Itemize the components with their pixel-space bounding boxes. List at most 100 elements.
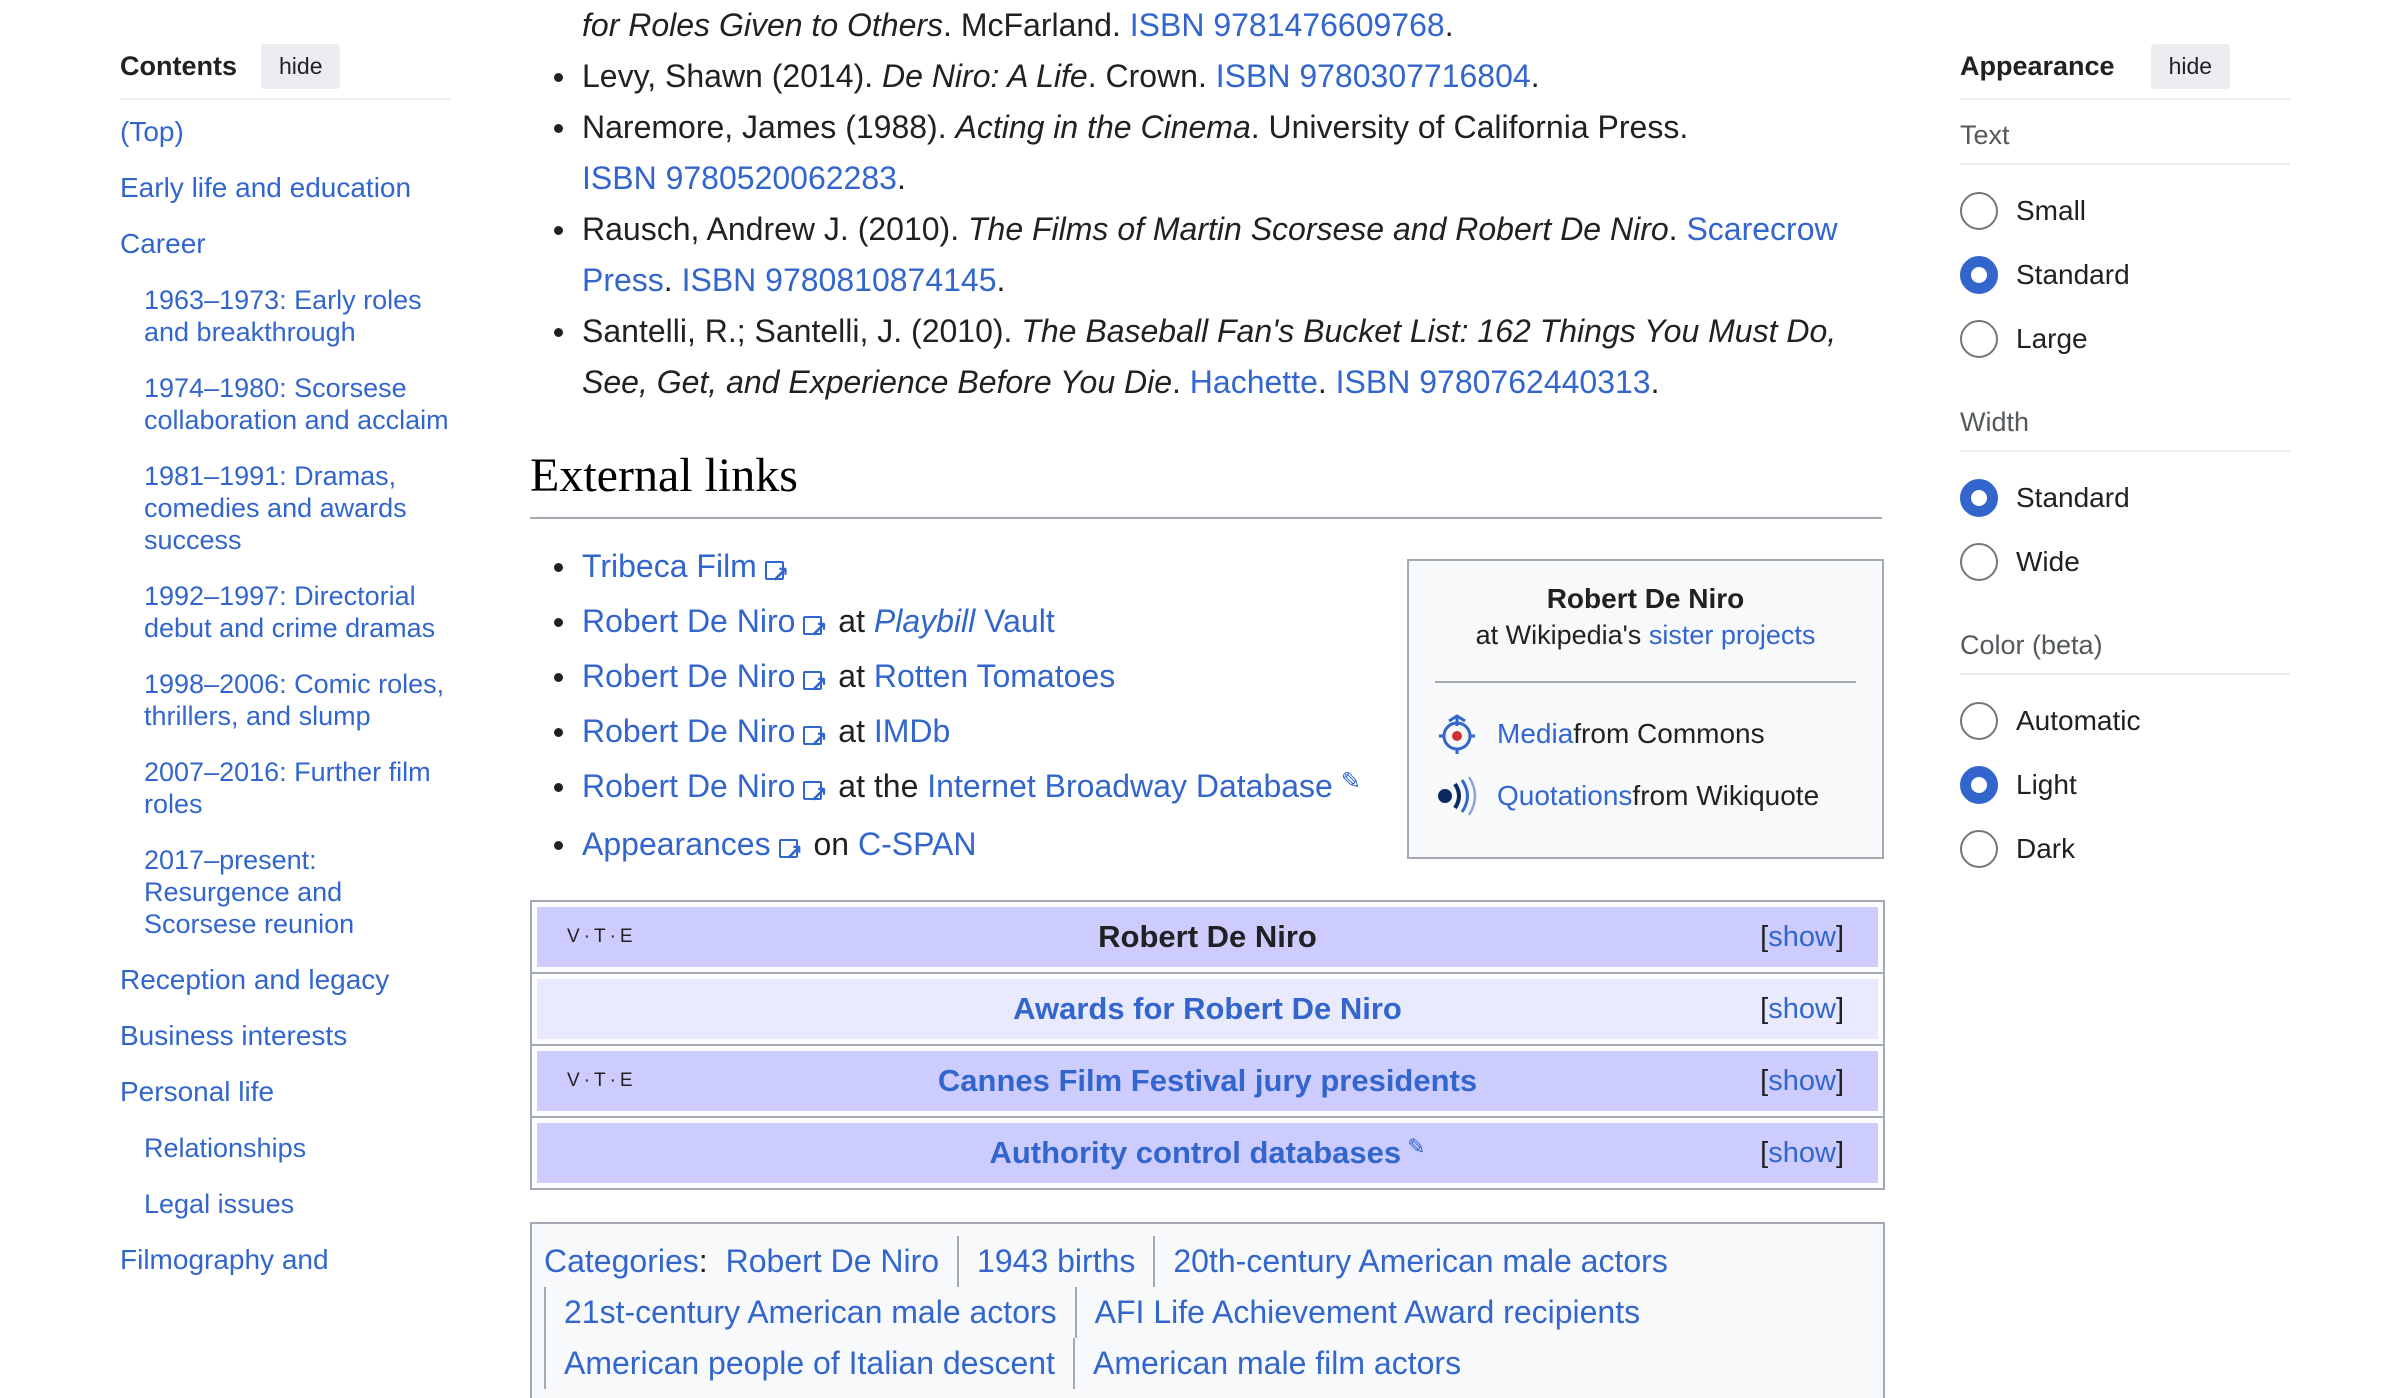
external-link[interactable]: Robert De Niro xyxy=(582,603,795,639)
radio-width-standard[interactable]: Standard xyxy=(1960,466,2290,530)
external-link[interactable]: Tribeca Film xyxy=(582,548,757,584)
show-link[interactable]: show xyxy=(1768,1065,1836,1097)
category-item[interactable]: AFI Life Achievement Award recipients xyxy=(1074,1287,1658,1338)
toc-item-label[interactable]: 1974–1980: Scorsese collaboration and ac… xyxy=(144,373,449,435)
category-link[interactable]: 20th-century American male actors xyxy=(1173,1243,1667,1279)
toc-item-label[interactable]: Personal life xyxy=(120,1076,274,1107)
radio-text-large[interactable]: Large xyxy=(1960,307,2290,371)
toc-subitem-2017[interactable]: 2017–present: Resurgence and Scorsese re… xyxy=(120,844,450,940)
toc-subitem-legal[interactable]: Legal issues xyxy=(120,1188,450,1220)
toc-item-label[interactable]: 2007–2016: Further film roles xyxy=(144,757,431,819)
category-item[interactable]: 21st-century American male actors xyxy=(544,1287,1075,1338)
navbox-show-toggle[interactable]: [show] xyxy=(1760,921,1844,954)
wikiquote-link[interactable]: Quotations xyxy=(1497,780,1632,812)
isbn-link[interactable]: ISBN 9780810874145 xyxy=(682,262,997,298)
navbox-title-link[interactable]: Authority control databases xyxy=(989,1135,1401,1171)
toc-hide-button[interactable]: hide xyxy=(261,44,341,89)
external-link[interactable]: Appearances xyxy=(582,826,771,862)
category-item[interactable]: American male film actors xyxy=(1072,1338,1479,1389)
toc-item-label[interactable]: 1998–2006: Comic roles, thrillers, and s… xyxy=(144,669,444,731)
site-link[interactable]: Playbill Vault xyxy=(874,603,1055,639)
isbn-link[interactable]: ISBN 9781476609768 xyxy=(1130,7,1445,43)
site-name-italic[interactable]: Playbill xyxy=(874,603,975,639)
navbox-show-toggle[interactable]: [show] xyxy=(1760,993,1844,1026)
radio-label[interactable]: Light xyxy=(2016,769,2077,801)
radio-label[interactable]: Standard xyxy=(2016,259,2130,291)
vte-links[interactable]: V·T·E xyxy=(567,926,637,948)
toc-item-label[interactable]: 2017–present: Resurgence and Scorsese re… xyxy=(144,845,354,939)
toc-item-filmography[interactable]: Filmography and xyxy=(120,1244,450,1276)
toc-item-label[interactable]: Filmography and xyxy=(120,1244,329,1275)
toc-subitem-1963[interactable]: 1963–1973: Early roles and breakthrough xyxy=(120,284,450,348)
isbn-link[interactable]: ISBN 9780762440313 xyxy=(1336,364,1651,400)
toc-subitem-1974[interactable]: 1974–1980: Scorsese collaboration and ac… xyxy=(120,372,450,436)
radio-width-wide[interactable]: Wide xyxy=(1960,530,2290,594)
radio-button[interactable] xyxy=(1960,320,1998,358)
radio-label[interactable]: Large xyxy=(2016,323,2088,355)
categories-link[interactable]: Categories xyxy=(544,1243,699,1279)
radio-button-checked[interactable] xyxy=(1960,256,1998,294)
radio-text-small[interactable]: Small xyxy=(1960,179,2290,243)
navbox-show-toggle[interactable]: [show] xyxy=(1760,1137,1844,1170)
radio-label[interactable]: Automatic xyxy=(2016,705,2141,737)
toc-subitem-2007[interactable]: 2007–2016: Further film roles xyxy=(120,756,450,820)
sister-projects-link[interactable]: sister projects xyxy=(1649,620,1816,650)
commons-media-link[interactable]: Media xyxy=(1497,718,1573,750)
navbox-show-toggle[interactable]: [show] xyxy=(1760,1065,1844,1098)
category-link[interactable]: Robert De Niro xyxy=(726,1243,939,1279)
category-item[interactable]: 20th-century American male actors xyxy=(1153,1236,1685,1287)
radio-label[interactable]: Standard xyxy=(2016,482,2130,514)
radio-button[interactable] xyxy=(1960,543,1998,581)
show-link[interactable]: show xyxy=(1768,993,1836,1025)
external-link[interactable]: Robert De Niro xyxy=(582,768,795,804)
site-name[interactable]: Vault xyxy=(975,603,1055,639)
toc-item-top[interactable]: (Top) xyxy=(120,116,450,148)
toc-subitem-1998[interactable]: 1998–2006: Comic roles, thrillers, and s… xyxy=(120,668,450,732)
toc-item-label[interactable]: 1963–1973: Early roles and breakthrough xyxy=(144,285,422,347)
toc-item-label[interactable]: Relationships xyxy=(144,1133,306,1163)
show-link[interactable]: show xyxy=(1768,921,1836,953)
appearance-hide-button[interactable]: hide xyxy=(2150,43,2231,89)
radio-button[interactable] xyxy=(1960,830,1998,868)
site-link[interactable]: IMDb xyxy=(874,713,950,749)
toc-item-early-life[interactable]: Early life and education xyxy=(120,172,450,204)
navbox-title-link[interactable]: Awards for Robert De Niro xyxy=(1013,991,1402,1027)
toc-subitem-relationships[interactable]: Relationships xyxy=(120,1132,450,1164)
category-item[interactable]: Robert De Niro xyxy=(726,1236,957,1287)
toc-item-label[interactable]: (Top) xyxy=(120,116,184,147)
external-link[interactable]: Robert De Niro xyxy=(582,658,795,694)
category-link[interactable]: American male film actors xyxy=(1093,1345,1461,1381)
isbn-link[interactable]: ISBN 9780520062283 xyxy=(582,160,897,196)
toc-item-label[interactable]: 1992–1997: Directorial debut and crime d… xyxy=(144,581,435,643)
toc-subitem-1981[interactable]: 1981–1991: Dramas, comedies and awards s… xyxy=(120,460,450,556)
radio-button-checked[interactable] xyxy=(1960,479,1998,517)
publisher-link[interactable]: Hachette xyxy=(1190,364,1318,400)
navbox-title-link[interactable]: Cannes Film Festival jury presidents xyxy=(938,1063,1477,1099)
radio-label[interactable]: Dark xyxy=(2016,833,2075,865)
toc-item-label[interactable]: Legal issues xyxy=(144,1189,294,1219)
radio-label[interactable]: Wide xyxy=(2016,546,2080,578)
toc-item-career[interactable]: Career xyxy=(120,228,450,260)
radio-color-dark[interactable]: Dark xyxy=(1960,817,2290,881)
toc-item-label[interactable]: Reception and legacy xyxy=(120,964,389,995)
radio-button[interactable] xyxy=(1960,192,1998,230)
toc-item-reception[interactable]: Reception and legacy xyxy=(120,964,450,996)
edit-pencil-icon[interactable]: ✎ xyxy=(1341,754,1361,809)
external-link[interactable]: Robert De Niro xyxy=(582,713,795,749)
toc-item-label[interactable]: Business interests xyxy=(120,1020,347,1051)
category-link[interactable]: American people of Italian descent xyxy=(564,1345,1055,1381)
radio-label[interactable]: Small xyxy=(2016,195,2086,227)
radio-color-light[interactable]: Light xyxy=(1960,753,2290,817)
category-item[interactable]: 1943 births xyxy=(957,1236,1153,1287)
toc-item-label[interactable]: Early life and education xyxy=(120,172,411,203)
site-link[interactable]: C-SPAN xyxy=(858,826,977,862)
toc-item-label[interactable]: Career xyxy=(120,228,206,259)
toc-item-personal-life[interactable]: Personal life xyxy=(120,1076,450,1108)
toc-item-label[interactable]: 1981–1991: Dramas, comedies and awards s… xyxy=(144,461,407,555)
radio-button-checked[interactable] xyxy=(1960,766,1998,804)
toc-subitem-1992[interactable]: 1992–1997: Directorial debut and crime d… xyxy=(120,580,450,644)
category-link[interactable]: 1943 births xyxy=(977,1243,1135,1279)
site-link[interactable]: Rotten Tomatoes xyxy=(874,658,1115,694)
vte-links[interactable]: V·T·E xyxy=(567,1070,637,1092)
edit-pencil-icon[interactable]: ✎ xyxy=(1407,1134,1425,1160)
